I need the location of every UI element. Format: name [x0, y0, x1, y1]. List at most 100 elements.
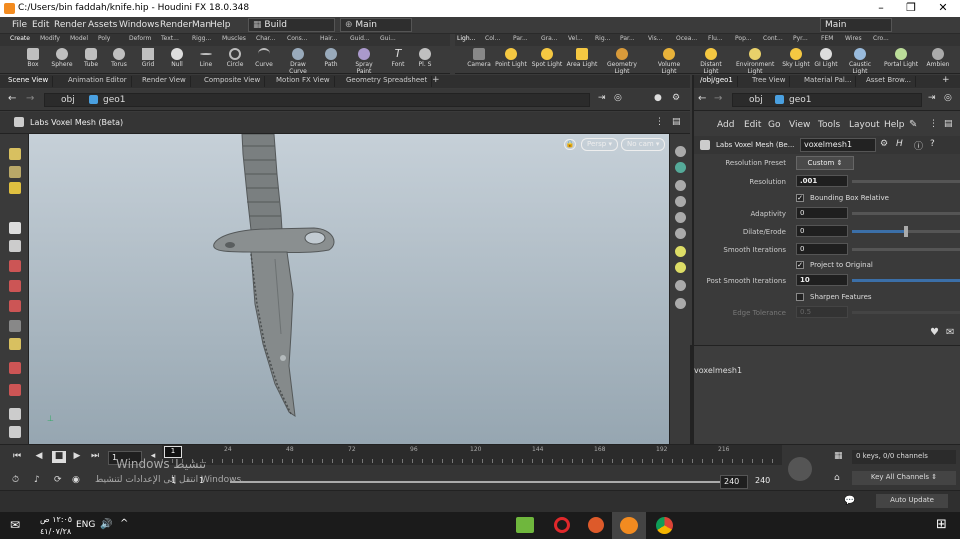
pose-tool-icon[interactable]	[9, 320, 21, 332]
timeline-ruler[interactable]: 1 24 48 72 96 120 144 168 192 216	[162, 445, 782, 465]
net-link-icon[interactable]: ◎	[944, 93, 952, 103]
adaptivity-slider[interactable]	[852, 212, 960, 215]
font-tool[interactable]: T Font	[382, 48, 414, 69]
question-icon[interactable]: ?	[930, 139, 935, 149]
headlight-icon[interactable]	[675, 262, 686, 273]
line-tool[interactable]: Line	[190, 48, 222, 68]
paint-tool-icon[interactable]	[9, 408, 21, 420]
close-button[interactable]: ✕	[928, 1, 958, 14]
shelf-tab-wires[interactable]: Wires	[845, 35, 862, 42]
menu-edit[interactable]: Edit	[32, 20, 49, 30]
range-end-field-2[interactable]: 240	[752, 475, 780, 489]
edge-tolerance-slider[interactable]	[852, 311, 960, 314]
point-light-tool[interactable]: Point Light	[495, 48, 527, 68]
net-path-field[interactable]: obj geo1	[732, 93, 922, 107]
audio-icon[interactable]: ♪	[34, 475, 40, 485]
display-icon[interactable]: ●	[654, 93, 662, 103]
channel-icon[interactable]: ▦	[834, 451, 843, 461]
net-back-icon[interactable]: ←	[698, 93, 706, 104]
display-options-icon[interactable]	[9, 148, 21, 160]
add-net-tab-icon[interactable]: +	[942, 75, 950, 85]
net-options-icon[interactable]: ⋮	[929, 119, 938, 129]
shelf-tab-cons[interactable]: Cons...	[287, 35, 308, 42]
play-icon[interactable]: ▶	[70, 451, 84, 463]
context-dropdown[interactable]: ⊕ Main	[340, 18, 412, 32]
status-chat-icon[interactable]: 💬	[844, 496, 855, 506]
gear-icon[interactable]: ⚙	[880, 139, 888, 149]
tab-scene-view[interactable]: Scene View	[4, 76, 54, 87]
shelf-tab-modify[interactable]: Modify	[40, 35, 60, 42]
right-context-dropdown[interactable]: Main	[820, 18, 892, 32]
select-tool-icon[interactable]	[9, 222, 21, 234]
view-tool-icon[interactable]	[9, 362, 21, 374]
maximize-button[interactable]: ❐	[896, 1, 926, 14]
project-to-original-checkbox[interactable]: ✓	[796, 261, 804, 269]
desktop-dropdown[interactable]: ▦ Build	[248, 18, 335, 32]
shelf-tab-vel[interactable]: Vel...	[568, 35, 583, 42]
distant-light-tool[interactable]: Distant Light	[693, 48, 729, 75]
net-menu-go[interactable]: Go	[768, 120, 780, 130]
background-icon[interactable]	[675, 280, 686, 291]
snapping-icon[interactable]	[9, 426, 21, 438]
viewport-options-icon[interactable]: ⋮	[655, 117, 664, 127]
shelf-tab-fem[interactable]: FEM	[821, 35, 833, 42]
range-start-field-2[interactable]: 1	[196, 475, 226, 488]
spray-paint-tool[interactable]: Spray Paint	[348, 48, 380, 75]
scale-tool-icon[interactable]	[9, 300, 21, 312]
shelf-tab-pop[interactable]: Pop...	[735, 35, 752, 42]
rotate-tool-icon[interactable]	[9, 280, 21, 292]
menu-renderman[interactable]: RenderMan	[160, 20, 211, 30]
shelf-tab-gra[interactable]: Gra...	[541, 35, 558, 42]
tab-animation-editor[interactable]: Animation Editor	[64, 76, 132, 87]
back-icon[interactable]: ←	[8, 93, 16, 104]
shelf-tab-guid[interactable]: Guid...	[350, 35, 370, 42]
forward-icon[interactable]: →	[26, 93, 34, 104]
shelf-tab-ocea[interactable]: Ocea...	[676, 35, 697, 42]
shelf-tab-model[interactable]: Model	[70, 35, 88, 42]
draw-curve-tool[interactable]: Draw Curve	[282, 48, 314, 75]
platonic-tool[interactable]: Pl. S	[414, 48, 436, 68]
curve-tool[interactable]: Curve	[248, 48, 280, 68]
gi-light-tool[interactable]: GI Light	[810, 48, 842, 68]
range-end-field[interactable]: 240	[720, 475, 748, 489]
sharpen-features-checkbox[interactable]	[796, 293, 804, 301]
move-tool-icon[interactable]	[9, 260, 21, 272]
geometry-light-tool[interactable]: Geometry Light	[606, 48, 638, 75]
smooth-iterations-slider[interactable]	[852, 248, 960, 251]
viewport-menu-icon[interactable]: ▤	[672, 117, 681, 127]
lock-view-icon[interactable]	[675, 180, 686, 191]
language-indicator[interactable]: ENG	[76, 520, 95, 530]
shading-icon[interactable]	[675, 228, 686, 239]
opera-app-icon[interactable]	[554, 517, 570, 533]
wrench-icon[interactable]: ✎	[909, 119, 917, 130]
minecraft-app-icon[interactable]	[516, 517, 534, 533]
ambient-light-tool[interactable]: Ambien	[923, 48, 953, 68]
lock-icon[interactable]	[9, 240, 21, 252]
torus-tool[interactable]: Torus	[103, 48, 135, 68]
network-node-label[interactable]: voxelmesh1	[694, 366, 742, 375]
path-tool[interactable]: Path	[315, 48, 347, 68]
edge-tolerance-field[interactable]: 0.5	[796, 306, 848, 318]
net-menu-add[interactable]: Add	[717, 120, 734, 130]
shelf-tab-create[interactable]: Create	[10, 35, 30, 42]
dilate-erode-slider-knob[interactable]	[904, 226, 908, 237]
link-icon[interactable]: ◎	[614, 93, 622, 103]
help-h-icon[interactable]: H	[896, 139, 903, 149]
shelf-tab-hair[interactable]: Hair...	[320, 35, 338, 42]
tray-chevron-icon[interactable]: ^	[120, 518, 128, 529]
net-menu-edit[interactable]: Edit	[744, 120, 761, 130]
jump-start-icon[interactable]: ⏮	[10, 451, 24, 463]
settings-icon[interactable]: ⚙	[672, 93, 680, 103]
shelf-tab-vis[interactable]: Vis...	[648, 35, 663, 42]
smooth-iterations-field[interactable]: 0	[796, 243, 848, 255]
tab-obj-geo1[interactable]: /obj/geo1	[696, 76, 738, 87]
sim-icon[interactable]: ◉	[72, 475, 80, 485]
key-all-channels-dropdown[interactable]: Key All Channels ⇕	[852, 471, 956, 485]
shelf-tab-rigg[interactable]: Rigg...	[192, 35, 211, 42]
geometry-mode-icon[interactable]	[9, 182, 21, 194]
camera-icon[interactable]	[675, 196, 686, 207]
area-light-tool[interactable]: Area Light	[566, 48, 598, 68]
grid-tool[interactable]: Grid	[132, 48, 164, 68]
add-tab-icon[interactable]: +	[432, 75, 440, 85]
menu-assets[interactable]: Assets	[88, 20, 117, 30]
